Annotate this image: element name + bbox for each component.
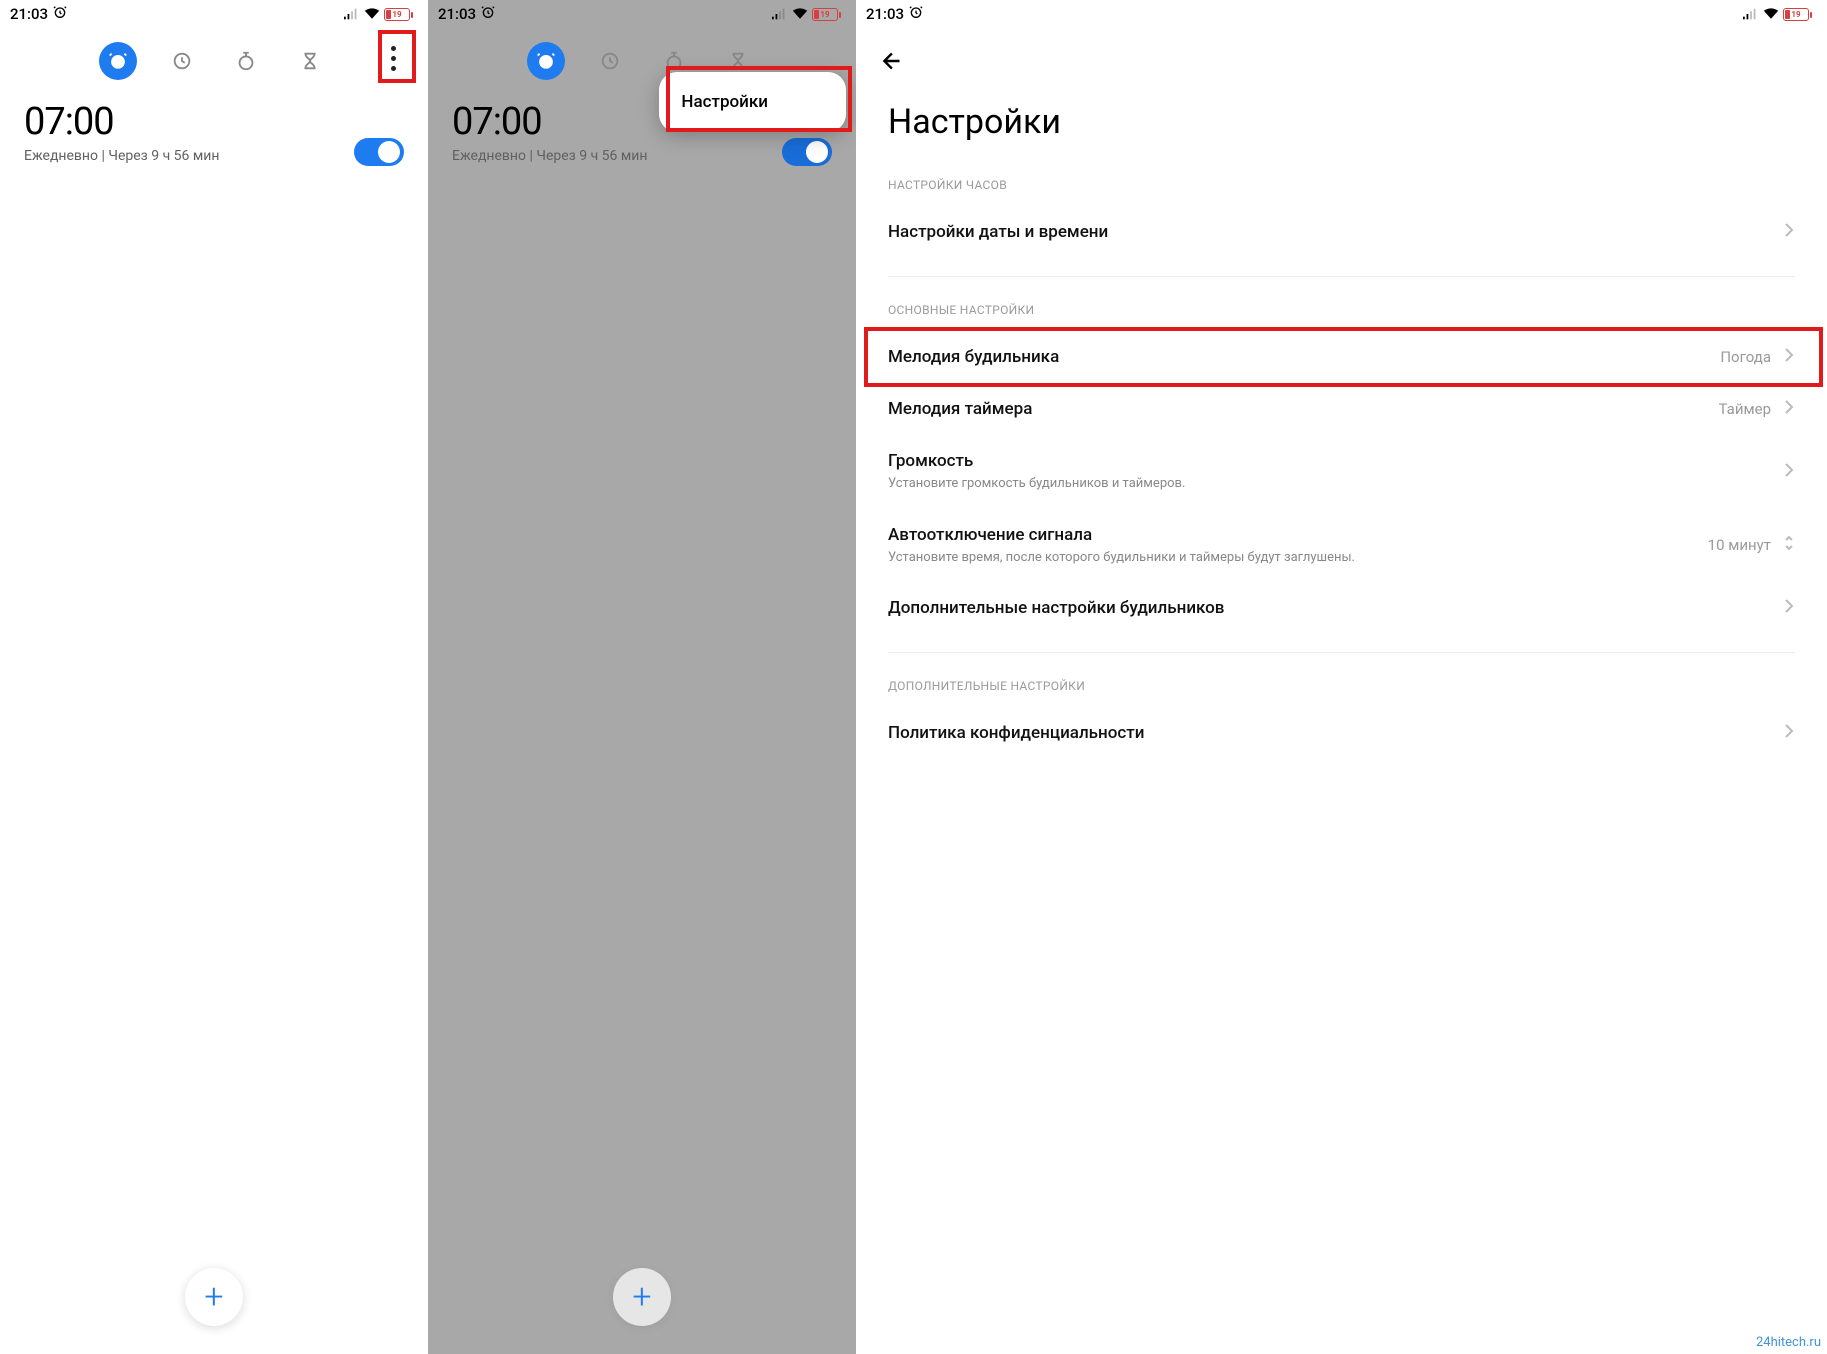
wifi-icon bbox=[1763, 7, 1779, 21]
row-auto-off[interactable]: Автоотключение сигнала Установите время,… bbox=[856, 509, 1827, 583]
alarm-status-icon bbox=[52, 4, 68, 24]
top-tabs bbox=[0, 28, 428, 94]
wifi-icon bbox=[792, 7, 808, 21]
section-clock-settings: НАСТРОЙКИ ЧАСОВ bbox=[856, 170, 1827, 206]
section-extra-settings: ДОПОЛНИТЕЛЬНЫЕ НАСТРОЙКИ bbox=[856, 671, 1827, 707]
screen-2-overflow-open: 21:03 19 bbox=[428, 0, 856, 1354]
chevron-right-icon bbox=[1783, 347, 1795, 367]
tab-alarm[interactable] bbox=[527, 42, 565, 80]
divider bbox=[888, 276, 1795, 277]
status-time: 21:03 bbox=[10, 5, 48, 23]
back-button[interactable] bbox=[880, 48, 906, 78]
watermark: 24hitech.ru bbox=[1756, 1335, 1821, 1350]
screen-1-alarm-list: 21:03 19 bbox=[0, 0, 428, 1354]
toggle-thumb bbox=[378, 141, 400, 163]
row-datetime[interactable]: Настройки даты и времени bbox=[856, 206, 1827, 258]
add-alarm-button[interactable]: + bbox=[185, 1268, 243, 1326]
alarm-subtitle: Ежедневно | Через 9 ч 56 мин bbox=[24, 148, 404, 164]
updown-icon bbox=[1783, 533, 1795, 557]
chevron-right-icon bbox=[1783, 222, 1795, 242]
chevron-right-icon bbox=[1783, 399, 1795, 419]
row-advanced-alarm[interactable]: Дополнительные настройки будильников bbox=[856, 582, 1827, 634]
add-alarm-button[interactable]: + bbox=[613, 1268, 671, 1326]
chevron-right-icon bbox=[1783, 462, 1795, 482]
auto-off-value: 10 минут bbox=[1708, 536, 1771, 554]
signal-icon bbox=[772, 7, 788, 21]
alarm-sound-value: Погода bbox=[1720, 348, 1771, 366]
wifi-icon bbox=[364, 7, 380, 21]
divider bbox=[888, 652, 1795, 653]
row-alarm-sound[interactable]: Мелодия будильника Погода bbox=[856, 331, 1827, 383]
battery-icon: 19 bbox=[812, 8, 838, 21]
tab-timer[interactable] bbox=[291, 42, 329, 80]
settings-title: Настройки bbox=[856, 84, 1827, 170]
signal-icon bbox=[1743, 7, 1759, 21]
plus-icon: + bbox=[632, 1277, 651, 1317]
overflow-menu-button[interactable] bbox=[376, 38, 410, 78]
timer-sound-value: Таймер bbox=[1719, 400, 1771, 418]
popup-item-settings[interactable]: Настройки bbox=[681, 92, 768, 112]
battery-icon: 19 bbox=[1783, 8, 1809, 21]
tab-clock[interactable] bbox=[163, 42, 201, 80]
status-bar: 21:03 19 bbox=[856, 0, 1827, 28]
overflow-popup: Настройки bbox=[659, 72, 846, 132]
row-timer-sound[interactable]: Мелодия таймера Таймер bbox=[856, 383, 1827, 435]
battery-icon: 19 bbox=[384, 8, 410, 21]
alarm-status-icon bbox=[908, 4, 924, 24]
tab-stopwatch[interactable] bbox=[227, 42, 265, 80]
row-volume[interactable]: Громкость Установите громкость будильник… bbox=[856, 435, 1827, 509]
status-bar: 21:03 19 bbox=[0, 0, 428, 28]
row-privacy[interactable]: Политика конфиденциальности bbox=[856, 707, 1827, 759]
alarm-time: 07:00 bbox=[24, 100, 404, 144]
alarm-subtitle: Ежедневно | Через 9 ч 56 мин bbox=[452, 148, 832, 164]
alarm-toggle[interactable] bbox=[354, 138, 404, 166]
screen-3-settings: 21:03 19 bbox=[856, 0, 1827, 1354]
plus-icon: + bbox=[204, 1277, 223, 1317]
toggle-thumb bbox=[806, 141, 828, 163]
status-bar: 21:03 19 bbox=[428, 0, 856, 28]
section-main-settings: ОСНОВНЫЕ НАСТРОЙКИ bbox=[856, 295, 1827, 331]
alarm-toggle[interactable] bbox=[782, 138, 832, 166]
signal-icon bbox=[344, 7, 360, 21]
status-time: 21:03 bbox=[438, 5, 476, 23]
tab-clock[interactable] bbox=[591, 42, 629, 80]
chevron-right-icon bbox=[1783, 598, 1795, 618]
alarm-status-icon bbox=[480, 4, 496, 24]
status-time: 21:03 bbox=[866, 5, 904, 23]
tab-alarm[interactable] bbox=[99, 42, 137, 80]
chevron-right-icon bbox=[1783, 723, 1795, 743]
